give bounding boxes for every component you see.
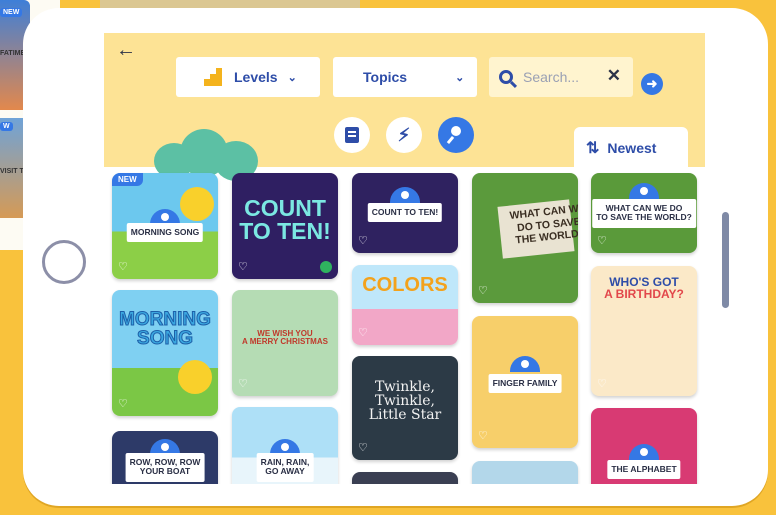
background-card-label: FATIME bbox=[0, 50, 26, 57]
songs-filter-button[interactable] bbox=[438, 117, 474, 153]
card-label-line: YOUR BOAT bbox=[139, 466, 191, 477]
card-save-the-world-art[interactable]: WHAT CAN WE DO TO SAVE THE WORLD? ♡ bbox=[472, 173, 578, 303]
card-row-row-row[interactable]: ROW, ROW, ROW YOUR BOAT bbox=[112, 431, 218, 484]
card-label-line: TO SAVE THE WORLD? bbox=[596, 212, 692, 223]
levels-icon bbox=[204, 68, 222, 86]
levels-dropdown[interactable]: Levels ⌄ bbox=[176, 57, 320, 97]
heart-icon[interactable]: ♡ bbox=[118, 260, 128, 273]
card-morning-song[interactable]: MORNING SONG NEW ♡ bbox=[112, 173, 218, 279]
card-title: Little Star bbox=[368, 407, 442, 423]
heart-icon[interactable]: ♡ bbox=[597, 234, 607, 247]
card-title: COUNT bbox=[244, 195, 326, 221]
sort-label: Newest bbox=[607, 140, 657, 156]
heart-icon[interactable]: ♡ bbox=[358, 441, 368, 454]
card-label: WHAT CAN WE DO TO SAVE THE WORLD? bbox=[592, 199, 696, 228]
heart-icon[interactable]: ♡ bbox=[238, 260, 248, 273]
microphone-icon bbox=[447, 126, 465, 144]
chevron-down-icon: ⌄ bbox=[287, 71, 297, 84]
home-button[interactable] bbox=[42, 240, 86, 284]
card-merry-christmas[interactable]: WE WISH YOU A MERRY CHRISTMAS ♡ bbox=[232, 290, 338, 396]
search-icon bbox=[499, 70, 513, 84]
heart-icon[interactable]: ♡ bbox=[358, 234, 368, 247]
card-title: SONG bbox=[137, 328, 194, 349]
header: ← Levels ⌄ Topics ⌄ Search... ✕ ➜ ⚡︎ ⇅ N… bbox=[104, 33, 705, 181]
search-box[interactable]: Search... ✕ bbox=[489, 57, 633, 97]
card-count-to-ten-art[interactable]: COUNT TO TEN! ♡ bbox=[232, 173, 338, 279]
card-title: MORNING bbox=[119, 309, 212, 330]
heart-icon[interactable]: ♡ bbox=[478, 284, 488, 297]
card-label: MORNING SONG bbox=[126, 223, 204, 243]
background-new-badge: NEW bbox=[0, 8, 23, 17]
card-count-to-ten[interactable]: COUNT TO TEN! ♡ bbox=[352, 173, 458, 253]
heart-icon[interactable]: ♡ bbox=[478, 429, 488, 442]
topics-dropdown[interactable]: Topics ⌄ bbox=[333, 57, 477, 97]
card-colors[interactable]: COLORS ♡ bbox=[352, 265, 458, 345]
new-badge: NEW bbox=[112, 173, 143, 186]
card-title: A BIRTHDAY? bbox=[604, 287, 684, 301]
lightning-icon: ⚡︎ bbox=[397, 124, 411, 145]
heart-icon[interactable]: ♡ bbox=[118, 397, 128, 410]
scrollbar[interactable] bbox=[722, 212, 729, 308]
card-title: Twinkle, bbox=[374, 379, 435, 395]
sort-newest-button[interactable]: ⇅ Newest bbox=[574, 127, 688, 169]
topics-label: Topics bbox=[363, 69, 408, 85]
sort-icon: ⇅ bbox=[586, 140, 599, 157]
books-filter-button[interactable] bbox=[334, 117, 370, 153]
card-alphabet[interactable]: THE ALPHABET bbox=[591, 408, 697, 484]
card-label: COUNT TO TEN! bbox=[367, 203, 443, 223]
card-title: TO TEN! bbox=[239, 218, 331, 244]
card-twinkle[interactable]: Twinkle, Twinkle, Little Star ♡ bbox=[352, 356, 458, 460]
heart-icon[interactable]: ♡ bbox=[238, 377, 248, 390]
card-label-line: GO AWAY bbox=[265, 466, 305, 477]
card-save-the-world[interactable]: WHAT CAN WE DO TO SAVE THE WORLD? ♡ bbox=[591, 173, 697, 253]
card-label: ROW, ROW, ROW YOUR BOAT bbox=[125, 453, 205, 482]
levels-label: Levels bbox=[234, 69, 278, 85]
card-label: THE ALPHABET bbox=[607, 460, 681, 480]
card-partial[interactable] bbox=[352, 472, 458, 484]
go-arrow-button[interactable]: ➜ bbox=[641, 73, 663, 95]
card-title: A MERRY CHRISTMAS bbox=[242, 337, 328, 346]
clear-icon[interactable]: ✕ bbox=[607, 66, 621, 86]
cloud-decoration bbox=[154, 129, 259, 181]
book-icon bbox=[345, 127, 359, 143]
background-card-label: VISIT T bbox=[0, 168, 24, 175]
chevron-down-icon: ⌄ bbox=[455, 71, 465, 84]
check-icon bbox=[320, 261, 332, 273]
card-label: RAIN, RAIN, GO AWAY bbox=[256, 453, 314, 482]
search-input[interactable]: Search... bbox=[523, 69, 579, 85]
card-title: COLORS bbox=[362, 274, 448, 296]
card-who-got-birthday[interactable]: WHO'S GOT A BIRTHDAY? ♡ bbox=[591, 266, 697, 396]
app-screen: ← Levels ⌄ Topics ⌄ Search... ✕ ➜ ⚡︎ ⇅ N… bbox=[104, 33, 705, 484]
card-title: Twinkle, bbox=[374, 393, 435, 409]
flash-filter-button[interactable]: ⚡︎ bbox=[386, 117, 422, 153]
card-label: FINGER FAMILY bbox=[488, 374, 562, 394]
heart-icon[interactable]: ♡ bbox=[597, 377, 607, 390]
card-partial[interactable] bbox=[472, 461, 578, 484]
back-arrow-icon[interactable]: ← bbox=[116, 39, 136, 62]
heart-icon[interactable]: ♡ bbox=[358, 326, 368, 339]
background-new-badge: W bbox=[0, 122, 13, 131]
card-finger-family[interactable]: FINGER FAMILY ♡ bbox=[472, 316, 578, 448]
card-morning-song-art[interactable]: MORNING SONG ♡ bbox=[112, 290, 218, 416]
card-rain-rain[interactable]: RAIN, RAIN, GO AWAY bbox=[232, 407, 338, 484]
